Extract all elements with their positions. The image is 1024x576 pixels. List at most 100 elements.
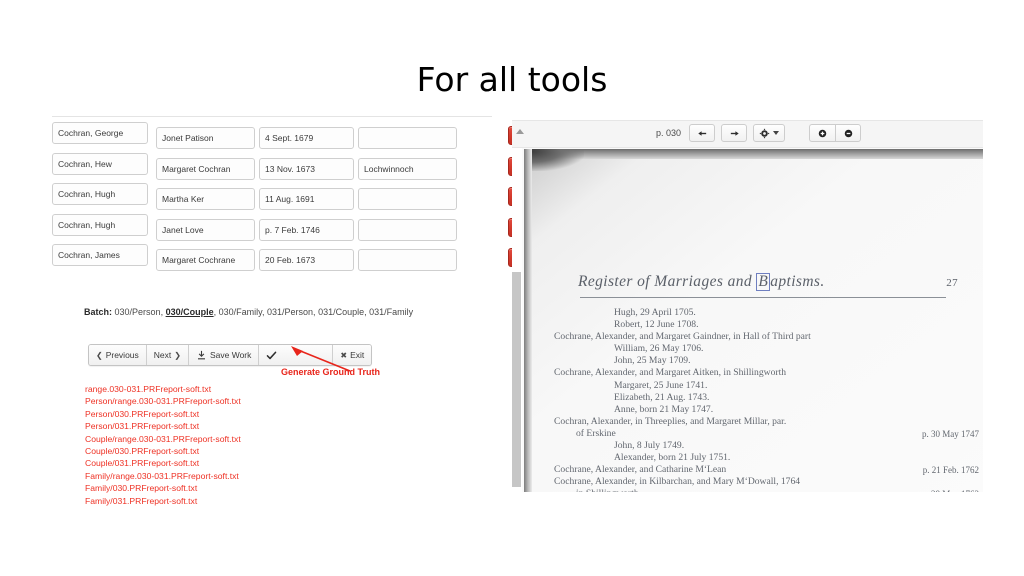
previous-button-label: Previous [105, 350, 139, 360]
list-item: range.030-031.PRFreport-soft.txt [85, 384, 212, 394]
batch-item[interactable]: 031/Family [369, 307, 413, 317]
settings-dropdown-button[interactable] [753, 124, 786, 142]
table-row: Cochran, James Margaret Cochrane 20 Feb. 1… [52, 244, 532, 271]
next-button-label: Next [153, 350, 172, 360]
document-line: Elizabeth, 21 Aug. 1743. [614, 391, 710, 403]
viewer-toolbar-controls: p. 030 [656, 124, 862, 142]
document-header-rule [580, 297, 946, 298]
record-field-date[interactable]: 4 Sept. 1679 [259, 127, 354, 149]
save-work-button[interactable]: Save Work [188, 345, 260, 365]
table-row: Cochran, HughJanet Lovep. 7 Feb. 1746✖ [52, 213, 532, 241]
batch-items: 030/Person, 030/Couple, 030/Family, 031/… [114, 307, 414, 317]
zoom-out-icon [843, 128, 854, 139]
zoom-in-button[interactable] [809, 124, 836, 142]
record-field-date[interactable]: 11 Aug. 1691 [259, 188, 354, 210]
page-title: For all tools [416, 60, 608, 99]
scanned-page-image[interactable]: Register of Marriages and Baptisms. 27 H… [524, 149, 983, 492]
list-item: Person/030.PRFreport-soft.txt [85, 408, 200, 419]
save-work-button-label: Save Work [209, 350, 252, 360]
document-line: William, 26 May 1706. [614, 343, 704, 355]
record-field-place[interactable] [358, 188, 457, 210]
document-line: Hugh, 29 April 1705. [614, 307, 696, 318]
check-icon [266, 350, 277, 361]
record-field-place[interactable] [358, 127, 457, 149]
generated-file-list: range.030-031.PRFreport-soft.txt Person/r… [85, 383, 241, 507]
record-field-date[interactable]: 13 Nov. 1673 [259, 157, 354, 180]
document-line: Cochrane, Alexander, in Kilbarchan, and … [554, 476, 801, 488]
panel-top-divider [52, 116, 492, 117]
list-item: Family/range.030-031.PRFreport-soft.txt [85, 470, 239, 481]
next-button[interactable]: Next ❯ [146, 345, 189, 365]
record-field-spouse[interactable]: Margaret Cochran [156, 157, 255, 180]
document-page-number: 27 [946, 277, 958, 289]
record-field-place[interactable] [358, 249, 457, 271]
arrow-left-icon [697, 128, 708, 139]
document-line: Cochrane, Alexander, and Margaret Gaindn… [554, 331, 811, 343]
document-line: Cochrane, Alexander, and Margaret Aitken… [554, 367, 787, 379]
generate-ground-truth-button[interactable] [259, 345, 334, 365]
download-icon [196, 350, 207, 361]
list-item: Couple/030.PRFreport-soft.txt [85, 446, 200, 457]
record-field-date[interactable]: p. 7 Feb. 1746 [259, 218, 354, 241]
record-field-spouse[interactable]: Martha Ker [156, 188, 255, 210]
list-item: Couple/range.030-031.PRFreport-soft.txt [85, 433, 241, 444]
document-line: Cochrane, Alexander, and Catharine M‘Lea… [554, 464, 979, 476]
chevron-right-icon: ❯ [174, 350, 181, 360]
table-row: Cochran, George Jonet Patison 4 Sept. 1679… [52, 122, 532, 149]
record-field-name[interactable]: Cochran, George [52, 122, 148, 144]
record-field-place[interactable]: Lochwinnoch [358, 157, 457, 180]
record-field-spouse[interactable]: Janet Love [156, 218, 255, 241]
exit-button[interactable]: ✖ Exit [333, 345, 372, 365]
table-row: Cochran, Hew Margaret Cochran 13 Nov. 1673… [52, 152, 532, 180]
gear-icon [759, 128, 770, 139]
prev-page-button[interactable] [689, 124, 716, 142]
batch-item[interactable]: 030/Person [115, 307, 161, 317]
document-header-title: Register of Marriages and Baptisms. [578, 273, 825, 291]
document-line: Margaret, 25 June 1741. [614, 379, 708, 391]
viewer-toolbar: p. 030 [512, 120, 983, 148]
scan-page-surface: Register of Marriages and Baptisms. 27 H… [524, 149, 983, 492]
list-item: Person/031.PRFreport-soft.txt [85, 421, 200, 432]
next-page-button[interactable] [721, 124, 748, 142]
document-line: Cochran, Alexander, in Threeplies, and M… [554, 415, 787, 427]
record-field-name[interactable]: Cochran, Hugh [52, 213, 148, 236]
document-header: Register of Marriages and Baptisms. 27 [578, 273, 958, 291]
record-field-date[interactable]: 20 Feb. 1673 [259, 249, 354, 271]
document-line-right: p. 28 May 1762 [922, 488, 979, 492]
zoom-out-button[interactable] [835, 124, 862, 142]
batch-line: Batch: 030/Person, 030/Couple, 030/Famil… [84, 307, 413, 317]
viewer-scrollbar-thumb[interactable] [512, 272, 521, 487]
batch-item[interactable]: 031/Person [267, 307, 313, 317]
exit-button-label: Exit [350, 350, 365, 360]
image-viewer-panel: p. 030 Register of Marriages and B aptis… [512, 120, 983, 492]
record-field-spouse[interactable]: Jonet Patison [156, 127, 255, 149]
slide-canvas: For all tools Cochran, George Jonet Patis… [0, 0, 1024, 576]
record-field-spouse[interactable]: Margaret Cochrane [156, 249, 255, 271]
document-body-text: Hugh, 29 April 1705. Robert, 12 June 1708… [554, 307, 979, 492]
list-item: Couple/031.PRFreport-soft.txt [85, 458, 200, 469]
batch-item[interactable]: 030/Family [219, 307, 262, 317]
annotation-label: Generate Ground Truth [281, 367, 381, 377]
record-field-place[interactable] [358, 218, 457, 241]
action-button-group: ❮ Previous Next ❯ Save Work ✖ Exit [88, 344, 373, 366]
close-icon: ✖ [340, 350, 348, 360]
batch-label: Batch: [84, 307, 113, 317]
highlight-box: B [756, 273, 771, 291]
document-line: John, 8 July 1749. [614, 440, 685, 452]
batch-item[interactable]: 030/Couple [166, 307, 214, 317]
record-field-name[interactable]: Cochran, James [52, 244, 148, 266]
list-item: Family/031.PRFreport-soft.txt [85, 495, 198, 506]
previous-button[interactable]: ❮ Previous [89, 345, 147, 365]
batch-item[interactable]: 031/Couple [318, 307, 364, 317]
document-line-right: p. 30 May 1747 [922, 428, 979, 439]
viewer-page-label: p. 030 [656, 128, 682, 138]
record-field-name[interactable]: Cochran, Hew [52, 152, 148, 175]
table-row: Cochran, HughMartha Ker11 Aug. 1691✖ [52, 183, 532, 210]
list-item: Family/030.PRFreport-soft.txt [85, 483, 198, 494]
viewer-scrollbar[interactable] [512, 148, 522, 492]
document-line-right: p. 21 Feb. 1762 [922, 465, 979, 476]
document-line: Alexander, born 21 July 1751. [614, 452, 731, 464]
record-field-name[interactable]: Cochran, Hugh [52, 183, 148, 205]
scan-corner-shadow [524, 149, 584, 171]
triangle-up-icon[interactable] [516, 129, 524, 134]
